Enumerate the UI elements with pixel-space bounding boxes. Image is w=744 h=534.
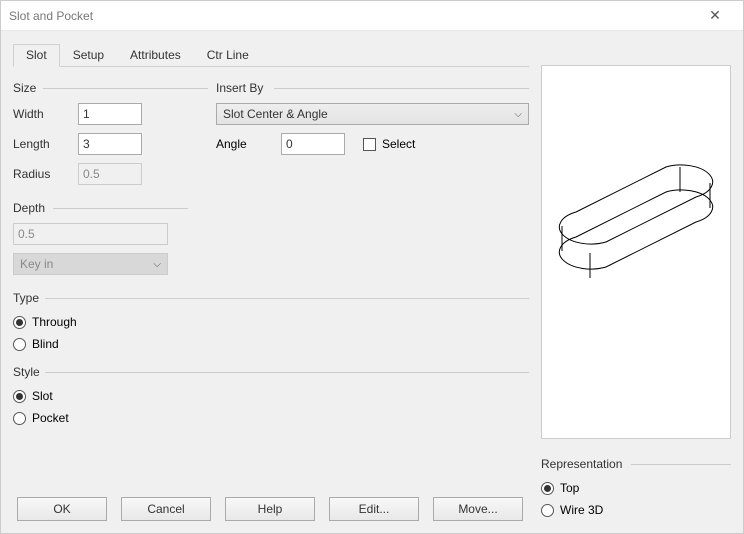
checkbox-icon bbox=[363, 138, 376, 151]
insert-mode-dropdown[interactable]: Slot Center & Angle ⌵ bbox=[216, 103, 529, 125]
tab-ctr-line[interactable]: Ctr Line bbox=[194, 44, 262, 67]
radius-input bbox=[78, 163, 142, 185]
tab-strip: Slot Setup Attributes Ctr Line bbox=[13, 43, 529, 67]
insertby-legend: Insert By bbox=[216, 81, 529, 95]
size-legend: Size bbox=[13, 81, 208, 95]
close-icon[interactable]: ✕ bbox=[695, 7, 735, 24]
representation-wire3d-radio[interactable]: Wire 3D bbox=[541, 499, 731, 521]
button-row: OK Cancel Help Edit... Move... bbox=[17, 497, 523, 521]
preview-pane bbox=[541, 65, 731, 439]
type-blind-radio[interactable]: Blind bbox=[13, 333, 529, 355]
dialog-slot-and-pocket: Slot and Pocket ✕ Slot Setup Attributes … bbox=[0, 0, 744, 534]
type-legend: Type bbox=[13, 291, 529, 305]
representation-legend: Representation bbox=[541, 457, 731, 471]
representation-top-radio[interactable]: Top bbox=[541, 477, 731, 499]
chevron-down-icon: ⌵ bbox=[153, 259, 161, 270]
select-checkbox[interactable]: Select bbox=[363, 133, 415, 155]
insert-mode-value: Slot Center & Angle bbox=[223, 107, 328, 121]
edit-button[interactable]: Edit... bbox=[329, 497, 419, 521]
style-legend: Style bbox=[13, 365, 529, 379]
depth-legend: Depth bbox=[13, 201, 188, 215]
length-label: Length bbox=[13, 137, 78, 151]
angle-label: Angle bbox=[216, 137, 271, 151]
depth-input bbox=[13, 223, 168, 245]
width-input[interactable] bbox=[78, 103, 142, 125]
type-through-radio[interactable]: Through bbox=[13, 311, 529, 333]
style-pocket-radio[interactable]: Pocket bbox=[13, 407, 529, 429]
ok-button[interactable]: OK bbox=[17, 497, 107, 521]
tab-slot[interactable]: Slot bbox=[13, 44, 60, 67]
radius-label: Radius bbox=[13, 167, 78, 181]
cancel-button[interactable]: Cancel bbox=[121, 497, 211, 521]
depth-method-value: Key in bbox=[20, 257, 53, 271]
depth-method-dropdown: Key in ⌵ bbox=[13, 253, 168, 275]
help-button[interactable]: Help bbox=[225, 497, 315, 521]
move-button[interactable]: Move... bbox=[433, 497, 523, 521]
width-label: Width bbox=[13, 107, 78, 121]
tab-attributes[interactable]: Attributes bbox=[117, 44, 194, 67]
chevron-down-icon: ⌵ bbox=[514, 109, 522, 120]
length-input[interactable] bbox=[78, 133, 142, 155]
slot-preview-icon bbox=[546, 152, 726, 352]
titlebar: Slot and Pocket ✕ bbox=[1, 1, 743, 31]
angle-input[interactable] bbox=[281, 133, 345, 155]
style-slot-radio[interactable]: Slot bbox=[13, 385, 529, 407]
tab-setup[interactable]: Setup bbox=[60, 44, 117, 67]
window-title: Slot and Pocket bbox=[9, 9, 695, 23]
select-label: Select bbox=[382, 137, 415, 151]
